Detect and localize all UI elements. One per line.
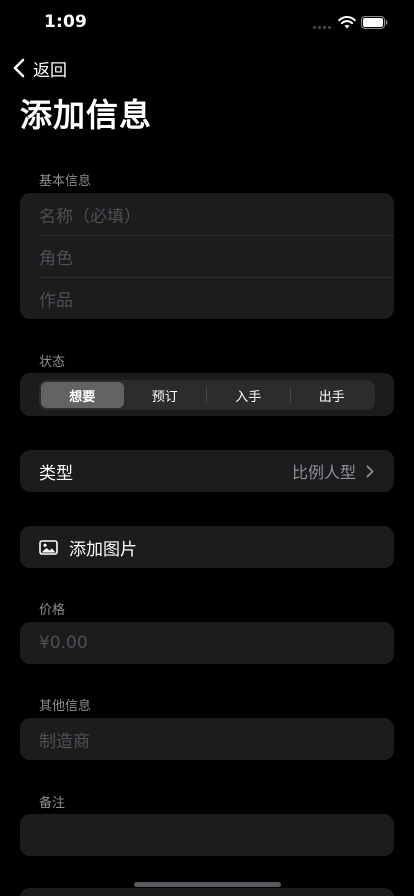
section-header-status: 状态 <box>39 355 66 370</box>
other-info-card: 制造商 <box>20 718 394 760</box>
work-field[interactable]: 作品 <box>20 277 394 319</box>
chevron-left-icon <box>13 58 25 78</box>
price-card: ¥0.00 <box>20 622 394 664</box>
chevron-right-icon <box>366 465 374 477</box>
battery-icon <box>361 16 388 29</box>
segment-want[interactable]: 想要 <box>41 382 124 408</box>
status-time: 1:09 <box>44 12 88 32</box>
back-label: 返回 <box>33 60 67 81</box>
notes-field[interactable] <box>20 814 394 856</box>
section-header-price: 价格 <box>39 603 66 618</box>
segment-preorder[interactable]: 预订 <box>124 382 207 408</box>
add-photo-label: 添加图片 <box>69 539 137 560</box>
add-photo-button[interactable]: 添加图片 <box>20 526 394 568</box>
photo-icon <box>39 539 58 555</box>
cellular-signal-icon <box>313 26 331 29</box>
section-header-notes: 备注 <box>39 796 66 811</box>
next-card-partial <box>20 888 394 896</box>
price-field[interactable]: ¥0.00 <box>20 622 394 664</box>
role-field[interactable]: 角色 <box>20 235 394 277</box>
add-photo-card: 添加图片 <box>20 526 394 568</box>
name-placeholder: 名称（必填） <box>39 206 141 227</box>
status-segmented-control[interactable]: 想要 预订 入手 出手 <box>39 380 375 410</box>
price-placeholder: ¥0.00 <box>39 633 88 653</box>
type-label: 类型 <box>39 463 73 484</box>
home-indicator <box>134 882 281 887</box>
manufacturer-placeholder: 制造商 <box>39 731 90 752</box>
name-field[interactable]: 名称（必填） <box>20 193 394 235</box>
back-button[interactable]: 返回 <box>12 54 67 82</box>
type-value-group: 比例人型 <box>292 459 374 483</box>
basic-info-card: 名称（必填） 角色 作品 <box>20 193 394 319</box>
manufacturer-field[interactable]: 制造商 <box>20 718 394 760</box>
wifi-icon <box>338 16 356 29</box>
notes-card <box>20 814 394 856</box>
page-title: 添加信息 <box>20 96 153 134</box>
type-card: 类型 比例人型 <box>20 450 394 492</box>
type-row[interactable]: 类型 比例人型 <box>20 450 394 492</box>
section-header-basic-info: 基本信息 <box>39 174 92 189</box>
segment-sold[interactable]: 出手 <box>291 382 374 408</box>
segment-acquired[interactable]: 入手 <box>207 382 290 408</box>
status-bar: 1:09 <box>0 0 414 48</box>
work-placeholder: 作品 <box>39 290 73 311</box>
role-placeholder: 角色 <box>39 248 73 269</box>
section-header-other-info: 其他信息 <box>39 699 92 714</box>
type-value: 比例人型 <box>291 463 356 482</box>
screen: 1:09 返回 添加信息 基本信息 名称（必填） 角色 作品 状态 想要 预订 … <box>0 0 414 896</box>
